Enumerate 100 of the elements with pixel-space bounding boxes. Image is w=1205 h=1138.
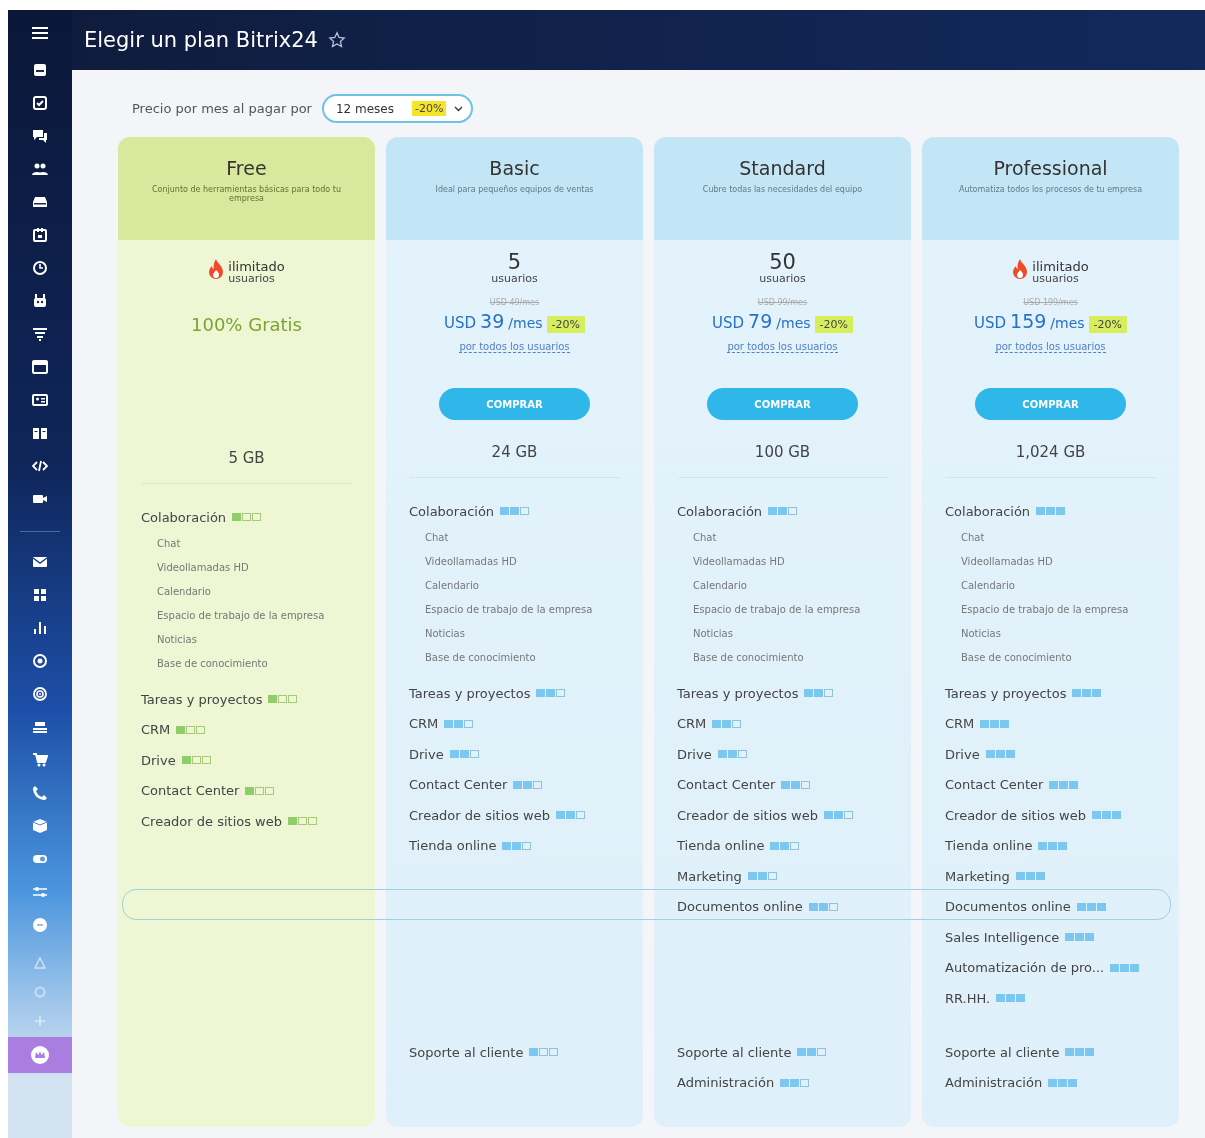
drive-icon[interactable] <box>32 194 48 210</box>
all-users-link[interactable]: por todos los usuarios <box>459 341 570 353</box>
chat-icon[interactable] <box>32 128 48 144</box>
sub-feature: Base de conocimiento <box>424 651 537 665</box>
contact-card-icon[interactable] <box>32 392 48 408</box>
price-unit: /mes <box>776 315 811 331</box>
sub-feature: Espacio de trabajo de la empresa <box>424 603 594 617</box>
currency: USD <box>712 314 745 332</box>
old-price: USD 199/mes <box>1023 298 1078 309</box>
sub-feature: Videollamadas HD <box>692 555 786 569</box>
storage-amount: 5 GB <box>228 449 265 467</box>
feature-name: Creador de sitios web <box>677 807 818 823</box>
users-count: 5 <box>507 252 522 273</box>
cart-icon[interactable] <box>32 752 48 768</box>
feature-name: Documentos online <box>677 899 803 915</box>
all-users-link[interactable]: por todos los usuarios <box>995 341 1106 353</box>
feature-name: Tareas y proyectos <box>945 685 1067 701</box>
feature-name: RR.HH. <box>945 990 991 1006</box>
sub-feature: Calendario <box>960 579 1016 593</box>
price-amount: 39 <box>480 310 505 332</box>
feature-name: CRM <box>677 716 707 732</box>
sub-feature: Chat <box>156 537 182 551</box>
feature-name: Contact Center <box>945 777 1044 793</box>
envelope-icon[interactable] <box>32 554 48 570</box>
plan-name: Free <box>225 157 268 179</box>
grid-icon[interactable] <box>32 587 48 603</box>
feature-name: CRM <box>141 722 171 738</box>
window-icon[interactable] <box>32 359 48 375</box>
sub-feature: Videollamadas HD <box>156 561 250 575</box>
bar-chart-icon[interactable] <box>32 620 48 636</box>
feature-name: Marketing <box>677 868 742 884</box>
feature-name: Tienda online <box>677 838 765 854</box>
circle-icon[interactable] <box>32 653 48 669</box>
users-count: 50 <box>769 252 796 273</box>
buy-button[interactable]: COMPRAR <box>707 388 858 420</box>
free-price: 100% Gratis <box>191 314 302 337</box>
clock-icon[interactable] <box>32 260 48 276</box>
currency: USD <box>974 314 1007 332</box>
discount-badge: -20% <box>814 316 853 333</box>
people-icon[interactable] <box>32 161 48 177</box>
star-icon[interactable] <box>327 31 346 49</box>
period-label: Precio por mes al pagar por <box>132 101 312 116</box>
target-icon[interactable] <box>32 686 48 702</box>
feature-name: Tareas y proyectos <box>409 685 531 701</box>
sub-feature: Espacio de trabajo de la empresa <box>960 603 1130 617</box>
storage-amount: 24 GB <box>491 443 538 461</box>
feature-name: Contact Center <box>677 777 776 793</box>
plan-name: Basic <box>488 157 541 179</box>
storage-amount: 1,024 GB <box>1015 443 1086 461</box>
price-amount: 159 <box>1010 310 1047 332</box>
buy-button[interactable]: COMPRAR <box>439 388 590 420</box>
plan-name: Professional <box>992 157 1109 179</box>
code-icon[interactable] <box>32 458 48 474</box>
chevron-down-icon <box>454 105 464 112</box>
feature-name: Tareas y proyectos <box>677 685 799 701</box>
all-users-link[interactable]: por todos los usuarios <box>727 341 838 353</box>
feature-name: Contact Center <box>409 777 508 793</box>
feature-name: Colaboración <box>677 503 763 519</box>
feature-name: Contact Center <box>141 783 240 799</box>
price-unit: /mes <box>508 315 543 331</box>
feature-name: Sales Intelligence <box>945 929 1060 945</box>
feature-name: Drive <box>409 746 444 762</box>
checkbox-icon[interactable] <box>32 95 48 111</box>
square-icon[interactable] <box>32 62 48 78</box>
filter-icon[interactable] <box>32 326 48 342</box>
sub-feature: Noticias <box>960 627 1002 641</box>
users-label: usuarios <box>759 273 806 284</box>
price-amount: 79 <box>748 310 773 332</box>
buy-button[interactable]: COMPRAR <box>975 388 1126 420</box>
feature-name: Automatización de pro... <box>945 960 1105 976</box>
period-dropdown[interactable]: 12 meses -20% <box>321 94 474 123</box>
menu-icon[interactable] <box>32 26 48 40</box>
box-icon[interactable] <box>32 818 48 834</box>
sub-feature: Chat <box>692 531 718 545</box>
price-unit: /mes <box>1050 315 1085 331</box>
robot-icon[interactable] <box>32 293 48 309</box>
users-count: ilimitado <box>1032 260 1089 273</box>
feature-name: Drive <box>945 746 980 762</box>
feature-name: Drive <box>141 752 176 768</box>
sub-feature: Noticias <box>692 627 734 641</box>
users-label: usuarios <box>228 273 276 284</box>
feature-name: Soporte al cliente <box>945 1044 1060 1060</box>
sub-feature: Noticias <box>424 627 466 641</box>
book-icon[interactable] <box>32 425 48 441</box>
phone-icon[interactable] <box>32 785 48 801</box>
feature-name: Colaboración <box>141 509 227 525</box>
plan-description: Cubre todas las necesidades del equipo <box>701 185 864 194</box>
sub-feature: Noticias <box>156 633 198 647</box>
calendar-icon[interactable] <box>32 227 48 243</box>
users-label: usuarios <box>491 273 538 284</box>
sliders-icon[interactable] <box>32 884 48 900</box>
crown-button[interactable] <box>8 1037 72 1073</box>
sub-feature: Espacio de trabajo de la empresa <box>692 603 862 617</box>
sub-feature: Calendario <box>156 585 212 599</box>
currency: USD <box>444 314 477 332</box>
feature-name: Administración <box>945 1075 1043 1091</box>
discount-badge: -20% <box>1088 316 1127 333</box>
old-price: USD 49/mes <box>489 298 540 309</box>
feature-name: Creador de sitios web <box>945 807 1086 823</box>
discount-badge: -20% <box>546 316 585 333</box>
